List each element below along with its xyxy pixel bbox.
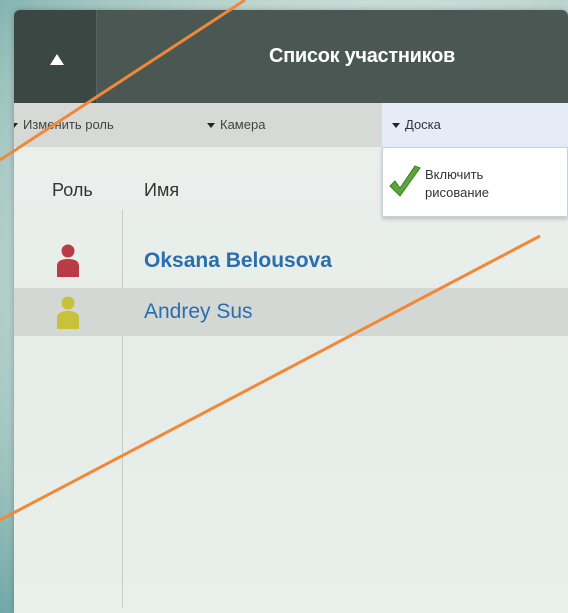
- caret-down-icon: [392, 123, 400, 129]
- change-role-label: Изменить роль: [23, 117, 114, 132]
- participant-row[interactable]: Andrey Sus: [14, 288, 568, 336]
- panel-title: Список участников: [268, 45, 456, 67]
- participant-row[interactable]: Oksana Belousova: [14, 236, 568, 286]
- camera-label: Камера: [220, 117, 266, 132]
- board-menu[interactable]: Доска: [382, 103, 568, 147]
- camera-menu[interactable]: Камера: [207, 103, 265, 147]
- user-icon: [57, 244, 79, 277]
- caret-down-icon: [14, 123, 18, 129]
- change-role-menu[interactable]: Изменить роль: [14, 103, 114, 147]
- enable-drawing-label: Включить рисование: [425, 167, 490, 200]
- column-header-role[interactable]: Роль: [52, 180, 93, 201]
- triangle-up-icon: [50, 54, 64, 65]
- toolbar: Изменить роль Камера Доска: [14, 103, 568, 147]
- panel-header: Список участников: [14, 10, 568, 103]
- user-icon: [57, 296, 79, 329]
- board-dropdown: Включить рисование: [382, 147, 568, 217]
- board-label: Доска: [405, 117, 441, 132]
- collapse-button[interactable]: [14, 10, 97, 103]
- participants-panel: Список участников Изменить роль Камера Д…: [14, 10, 568, 613]
- column-header-name[interactable]: Имя: [144, 180, 179, 201]
- participant-name[interactable]: Andrey Sus: [144, 288, 253, 338]
- participant-name[interactable]: Oksana Belousova: [144, 236, 332, 286]
- checkmark-icon: [389, 165, 421, 197]
- caret-down-icon: [207, 123, 215, 129]
